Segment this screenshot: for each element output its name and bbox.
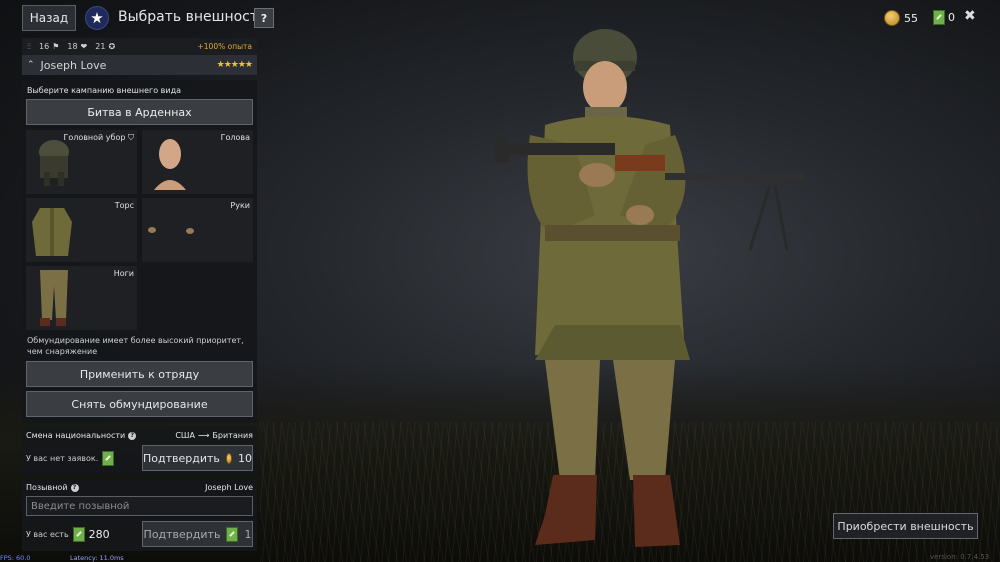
campaign-prompt: Выберите кампанию внешнего вида <box>27 86 181 95</box>
page-title: Выбрать внешность <box>118 9 267 25</box>
help-icon[interactable]: ? <box>128 431 137 440</box>
slot-headgear[interactable]: Головной убор ⛉ <box>26 130 137 194</box>
shield-icon: ⛉ <box>128 133 134 142</box>
slot-torso[interactable]: Торс <box>26 198 137 262</box>
gold-amount: 55 <box>904 11 918 25</box>
latency-counter: Latency: 11.0ms <box>70 554 124 562</box>
slot-head[interactable]: Голова <box>142 130 253 194</box>
soldier-name-row[interactable]: ⌃ Joseph Love ★★★★★ <box>22 55 257 75</box>
slot-hands-label: Руки <box>230 201 250 210</box>
stat-xp-value: 21 <box>95 42 106 51</box>
nationality-to: Британия <box>212 431 253 440</box>
soldier-name: Joseph Love <box>40 58 107 72</box>
close-icon[interactable]: ✖ <box>964 8 976 24</box>
ticket-icon <box>933 10 945 25</box>
heart-icon: ❤ <box>80 42 88 51</box>
apply-to-squad-button[interactable]: Применить к отряду <box>26 361 253 387</box>
callsign-current: Joseph Love <box>205 483 253 492</box>
ticket-icon <box>102 450 115 466</box>
ticket-amount: 0 <box>948 11 955 24</box>
remove-uniform-button[interactable]: Снять обмундирование <box>26 391 253 417</box>
slot-legs-label: Ноги <box>113 269 134 278</box>
rank-chevron-icon: ⌃ <box>27 60 35 70</box>
confirm-nationality-button[interactable]: Подтвердить 10 <box>142 445 253 471</box>
ticket-icon <box>72 526 85 542</box>
xp-bonus: +100% опыта <box>197 42 253 51</box>
version-label: version: 0.7.4.53 <box>930 553 990 561</box>
usa-star-icon: ★ <box>85 6 109 30</box>
appearance-panel: Выберите кампанию внешнего вида Битва в … <box>22 80 257 423</box>
slot-hands[interactable]: Руки <box>142 198 253 262</box>
priority-note: Обмундирование имеет более высокий приор… <box>27 336 244 356</box>
ticket-icon <box>226 526 239 542</box>
arrow-right-icon: ⟶ <box>197 431 210 440</box>
nationality-body: У вас нет заявок. Подтвердить 10 <box>26 445 253 471</box>
stat-xp: 21 ✪ <box>95 42 115 51</box>
buy-appearance-button[interactable]: Приобрести внешность <box>833 513 978 539</box>
have-label: У вас есть <box>26 529 69 539</box>
ticket-balance: 0 <box>933 10 955 25</box>
stat-perk: 18 ❤ <box>67 42 87 51</box>
confirm-callsign-label: Подтвердить <box>143 527 221 541</box>
back-button[interactable]: Назад <box>22 5 76 31</box>
callsign-body: У вас есть 280 Подтвердить 1 <box>26 521 253 547</box>
callsign-section: Позывной ? Joseph Love Введите позывной … <box>22 479 257 551</box>
gold-coin-icon <box>225 452 232 464</box>
callsign-cost: 1 <box>244 527 252 541</box>
help-icon[interactable]: ? <box>70 483 79 492</box>
have-count: 280 <box>88 527 110 541</box>
slot-head-label: Голова <box>220 133 250 142</box>
help-button[interactable]: ? <box>254 8 274 28</box>
boot-icon: ⚑ <box>52 42 60 51</box>
stat-level: 16 ⚑ <box>39 42 59 51</box>
stat-perk-value: 18 <box>67 42 78 51</box>
nationality-change: США ⟶ Британия <box>175 431 253 440</box>
stat-level-value: 16 <box>39 42 50 51</box>
medal-icon: ✪ <box>108 42 116 51</box>
slot-headgear-label: Головной убор ⛉ <box>63 133 134 142</box>
nationality-cost: 10 <box>238 451 252 465</box>
callsign-header: Позывной ? Joseph Love <box>26 483 253 492</box>
no-requests-label: У вас нет заявок. <box>26 453 99 463</box>
nationality-header: Смена национальности ? США ⟶ Британия <box>26 431 253 440</box>
nationality-title: Смена национальности <box>26 431 126 440</box>
gold-coin-icon <box>884 10 900 26</box>
slot-legs[interactable]: Ноги <box>26 266 137 330</box>
squad-stats-row: ⫶⫶ 16 ⚑ 18 ❤ 21 ✪ +100% опыта <box>22 38 257 55</box>
left-panel: ⫶⫶ 16 ⚑ 18 ❤ 21 ✪ +100% опыта ⌃ Joseph Love… <box>22 38 257 551</box>
nationality-from: США <box>175 431 195 440</box>
no-requests-text: У вас нет заявок. <box>26 450 115 466</box>
slot-torso-label: Торс <box>114 201 134 210</box>
squad-icon: ⫶⫶ <box>27 41 31 51</box>
nationality-section: Смена национальности ? США ⟶ Британия У … <box>22 427 257 475</box>
campaign-select-button[interactable]: Битва в Арденнах <box>26 99 253 125</box>
gold-balance: 55 <box>884 10 918 26</box>
rating-stars: ★★★★★ <box>216 60 253 70</box>
fps-counter: FPS: 60.0 <box>0 554 31 562</box>
soldier-character <box>495 29 805 547</box>
callsign-input[interactable]: Введите позывной <box>26 496 253 516</box>
confirm-callsign-button[interactable]: Подтвердить 1 <box>142 521 253 547</box>
appearance-slots: Головной убор ⛉ Голова Торс Руки Ноги <box>26 130 253 330</box>
callsign-title: Позывной <box>26 483 68 492</box>
have-tickets: У вас есть 280 <box>26 526 110 542</box>
confirm-nationality-label: Подтвердить <box>143 451 220 465</box>
